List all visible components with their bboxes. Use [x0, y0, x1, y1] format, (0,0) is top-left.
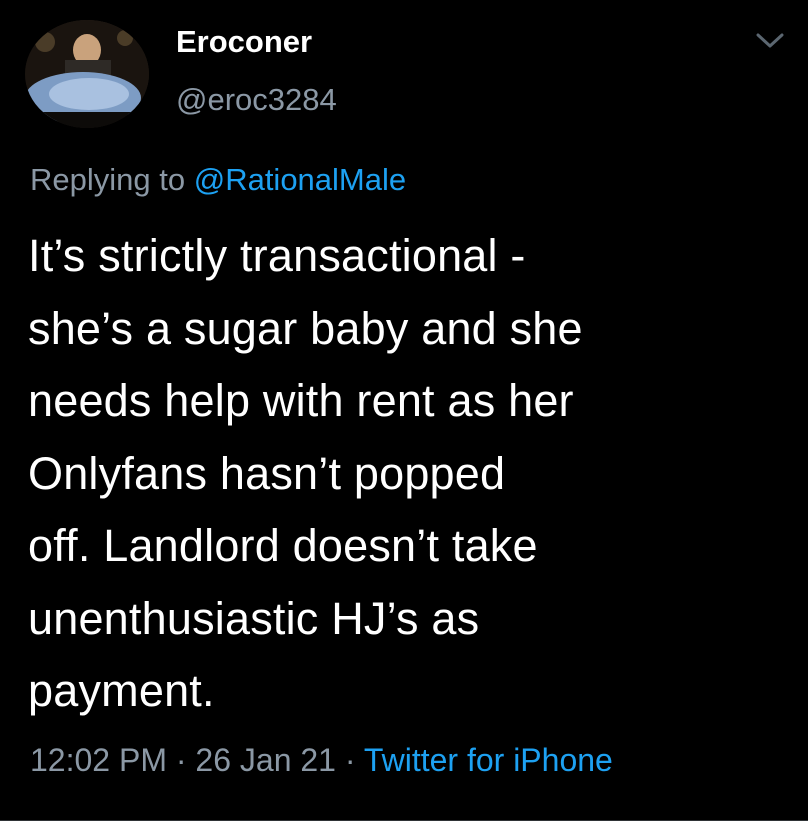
tweet-meta: 12:02 PM · 26 Jan 21 · Twitter for iPhon…: [30, 740, 613, 780]
tweet-source-link[interactable]: Twitter for iPhone: [364, 742, 613, 778]
reply-context: Replying to @RationalMale: [30, 160, 406, 200]
user-handle[interactable]: @eroc3284: [176, 80, 337, 120]
avatar-photo: [25, 20, 149, 128]
meta-separator: ·: [335, 742, 364, 778]
tweet-time[interactable]: 12:02 PM: [30, 742, 167, 778]
reply-prefix: Replying to: [30, 162, 194, 197]
avatar[interactable]: [25, 20, 149, 128]
reply-mention-link[interactable]: @RationalMale: [194, 162, 406, 197]
tweet-text: It’s strictly transactional - she’s a su…: [28, 230, 583, 716]
tweet-card: Eroconer @eroc3284 Replying to @Rational…: [0, 0, 808, 821]
display-name[interactable]: Eroconer: [176, 22, 312, 62]
meta-separator: ·: [166, 742, 196, 778]
chevron-down-icon[interactable]: [752, 26, 788, 54]
tweet-date[interactable]: 26 Jan 21: [195, 742, 336, 778]
